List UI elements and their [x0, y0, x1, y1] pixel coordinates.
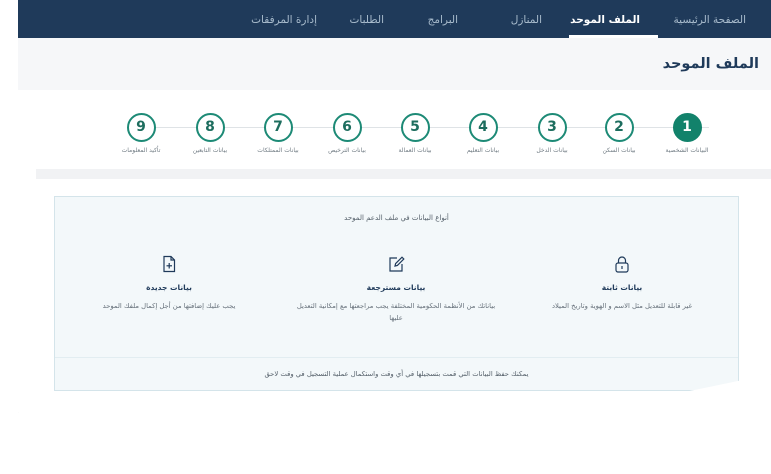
- step-label: بيانات الممتلكات: [257, 147, 299, 154]
- step-label: بيانات الترخيص: [328, 147, 366, 154]
- step-label: بيانات السكن: [602, 147, 636, 154]
- phone-label-text: رقم الجوال: [231, 449, 262, 457]
- page-header: [18, 38, 771, 90]
- step-3[interactable]: 3 بيانات الدخل: [517, 113, 587, 154]
- nav-item-home[interactable]: الصفحة الرئيسية: [674, 0, 746, 38]
- step-5[interactable]: 5 بيانات العمالة: [380, 113, 450, 154]
- stepper: 1 البيانات الشخصية 2 بيانات السكن 3 بيان…: [36, 93, 771, 169]
- info-column-title: بيانات جديدة: [146, 283, 192, 292]
- file-add-icon: [160, 255, 178, 273]
- step-number: 8: [196, 113, 225, 142]
- step-label: بيانات التعليم: [466, 147, 500, 154]
- step-label: بيانات الدخل: [536, 147, 568, 154]
- step-1[interactable]: 1 البيانات الشخصية: [652, 113, 722, 154]
- step-8[interactable]: 8 بيانات التابعين: [175, 113, 245, 154]
- step-2[interactable]: 2 بيانات السكن: [584, 113, 654, 154]
- info-column-title: بيانات مسترجعة: [366, 283, 426, 292]
- info-column-description: غير قابلة للتعديل مثل الاسم و الهوية وتا…: [551, 302, 693, 310]
- step-number: 1: [673, 113, 702, 142]
- nav-item-attachments[interactable]: إدارة المرفقات: [251, 0, 317, 38]
- edit-icon: [387, 255, 405, 273]
- step-number: 7: [264, 113, 293, 142]
- page-title: الملف الموحد: [662, 56, 759, 72]
- step-9[interactable]: 9 تأكيد المعلومات: [106, 113, 176, 154]
- required-mark: *: [226, 449, 230, 457]
- info-column-description: يجب عليك إضافتها من أجل إكمال ملفك الموح…: [102, 302, 236, 310]
- info-column-title: بيانات ثابتة: [601, 283, 643, 292]
- step-label: البيانات الشخصية: [665, 147, 709, 154]
- top-navigation: الصفحة الرئيسية الملف الموحد المنازل الب…: [18, 0, 771, 38]
- step-label: بيانات التابعين: [192, 147, 228, 154]
- step-number: 5: [401, 113, 430, 142]
- nav-item-homes[interactable]: المنازل: [511, 0, 542, 38]
- info-box-footer: يمكنك حفظ البيانات التي قمت بتسجيلها في …: [55, 357, 738, 390]
- step-4[interactable]: 4 بيانات التعليم: [448, 113, 518, 154]
- step-number: 2: [605, 113, 634, 142]
- data-types-info-box: أنواع البيانات في ملف الدعم الموحد بيانا…: [54, 196, 739, 391]
- lock-icon: [613, 255, 631, 273]
- step-number: 9: [127, 113, 156, 142]
- step-label: تأكيد المعلومات: [121, 147, 161, 154]
- info-column-fixed: بيانات ثابتة غير قابلة للتعديل مثل الاسم…: [506, 255, 738, 312]
- step-number: 6: [333, 113, 362, 142]
- phone-field-label: رقم الجوال *: [226, 449, 262, 457]
- info-column-new: بيانات جديدة يجب عليك إضافتها من أجل إكم…: [53, 255, 285, 312]
- step-number: 4: [469, 113, 498, 142]
- section-divider: [36, 169, 771, 179]
- info-column-description: بياناتك من الأنظمة الحكومية المختلفة يجب…: [296, 302, 496, 322]
- nav-item-unified-file[interactable]: الملف الموحد: [570, 0, 640, 38]
- step-number: 3: [538, 113, 567, 142]
- info-box-heading: أنواع البيانات في ملف الدعم الموحد: [344, 214, 449, 222]
- step-label: بيانات العمالة: [398, 147, 432, 154]
- nav-item-requests[interactable]: الطلبات: [350, 0, 384, 38]
- step-7[interactable]: 7 بيانات الممتلكات: [243, 113, 313, 154]
- nav-item-programs[interactable]: البرامج: [428, 0, 458, 38]
- screenshot-card: الصفحة الرئيسية الملف الموحد المنازل الب…: [18, 0, 771, 474]
- info-column-retrieved: بيانات مسترجعة بياناتك من الأنظمة الحكوم…: [280, 255, 512, 324]
- step-6[interactable]: 6 بيانات الترخيص: [312, 113, 382, 154]
